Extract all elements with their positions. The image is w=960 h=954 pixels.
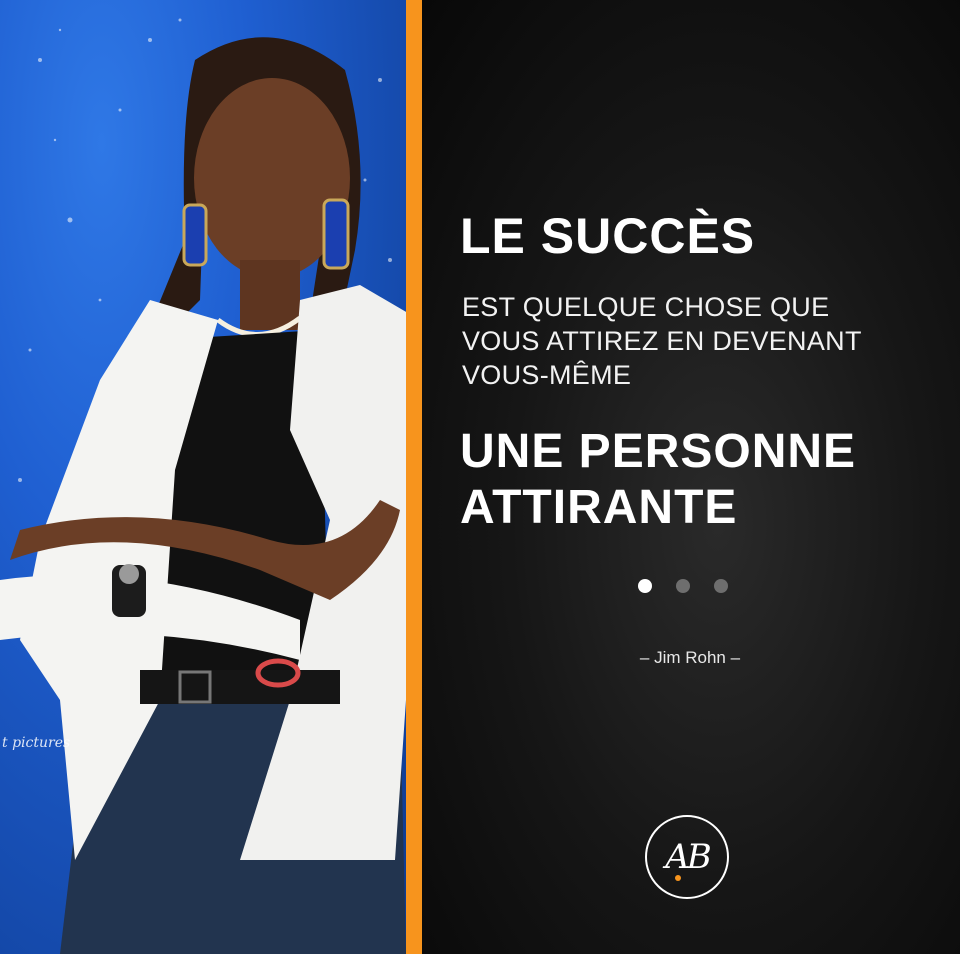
quote-author: – Jim Rohn – (639, 648, 741, 667)
carousel-dot-1[interactable] (638, 579, 652, 593)
quote-body-line: VOUS ATTIREZ EN DEVENANT (462, 326, 862, 356)
portrait-photo: t pictures (0, 0, 406, 954)
photographer-watermark: t pictures (2, 735, 71, 751)
accent-stripe (406, 0, 422, 954)
quote-body-line: VOUS-MÊME (462, 360, 632, 390)
quote-emphasis-line: UNE PERSONNE (460, 425, 857, 478)
quote-card: t pictures LE SUCCÈS EST QUELQUE CHOSE Q… (0, 0, 960, 954)
quote-headline: LE SUCCÈS (460, 208, 756, 264)
carousel-dot-2[interactable] (676, 579, 690, 593)
quote-emphasis: UNE PERSONNE ATTIRANTE (460, 424, 856, 536)
carousel-dot-3[interactable] (714, 579, 728, 593)
quote-body: EST QUELQUE CHOSE QUE VOUS ATTIREZ EN DE… (462, 290, 952, 392)
brand-logo-text: AB (665, 837, 712, 877)
brand-logo: AB (645, 815, 729, 899)
carousel-dots (638, 579, 728, 593)
quote-body-line: EST QUELQUE CHOSE QUE (462, 292, 830, 322)
logo-dot-icon (675, 875, 681, 881)
portrait-illustration (0, 18, 406, 954)
quote-emphasis-line: ATTIRANTE (460, 481, 738, 534)
